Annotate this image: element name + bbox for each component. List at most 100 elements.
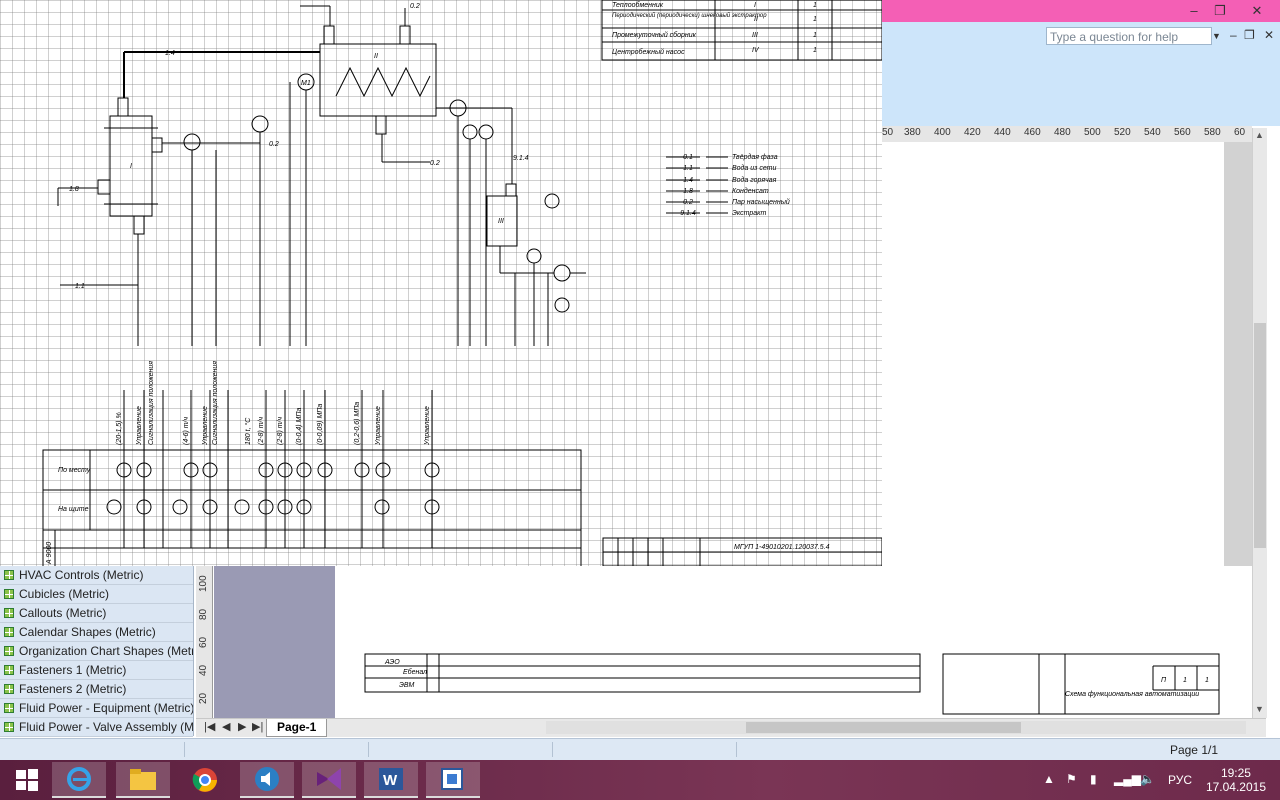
svg-text:Экстракт: Экстракт — [732, 210, 767, 217]
label-i: I — [130, 163, 132, 170]
label-iii: III — [498, 218, 504, 225]
chrome-icon — [192, 768, 217, 792]
visio-icon — [441, 768, 463, 790]
horizontal-scroll-thumb[interactable] — [746, 722, 1021, 733]
doc-restore-button[interactable]: ❐ — [1244, 28, 1255, 42]
label-ii: II — [374, 53, 378, 60]
stencil-fluid-power-equipment[interactable]: Fluid Power - Equipment (Metric) — [0, 699, 193, 718]
svg-text:(2-8) т/ч: (2-8) т/ч — [258, 417, 265, 446]
stamp-code: МГУП 1-49010201.120037.5.4 — [734, 544, 830, 551]
taskbar-audio[interactable] — [240, 762, 294, 798]
svg-text:АЭО: АЭО — [384, 659, 400, 666]
restore-button[interactable]: ❐ — [1208, 2, 1232, 20]
svg-text:1.1: 1.1 — [683, 165, 693, 172]
horizontal-scrollbar[interactable] — [546, 721, 1246, 734]
tray-expand-icon[interactable]: ▲ — [1043, 772, 1055, 786]
page-canvas[interactable] — [882, 142, 1224, 566]
language-indicator[interactable]: РУС — [1168, 773, 1192, 787]
windows-icon — [16, 769, 38, 791]
taskbar-visio[interactable] — [426, 762, 480, 798]
stencil-cubicles[interactable]: Cubicles (Metric) — [0, 585, 193, 604]
svg-text:Схема функциональная автоматиз: Схема функциональная автоматизации — [1065, 691, 1199, 698]
stencil-org-chart[interactable]: Organization Chart Shapes (Metric) — [0, 642, 193, 661]
taskbar: W ▲ ⚑ ▮ ▂▄▆ 🔈 РУС 19:25 17.04.2015 — [0, 760, 1280, 800]
stencil-fasteners-1[interactable]: Fasteners 1 (Metric) — [0, 661, 193, 680]
pid-schematic: I II III М1 0.2 1.4 0.2 0.2 9.1.4 1.8 1.… — [42, 0, 882, 566]
row-local-label: По месту — [58, 467, 91, 474]
stencil-icon — [4, 684, 14, 694]
speaker-icon — [255, 767, 279, 791]
next-page-icon[interactable]: ▶ — [238, 720, 246, 733]
stencil-fasteners-2[interactable]: Fasteners 2 (Metric) — [0, 680, 193, 699]
stencil-icon — [4, 627, 14, 637]
horizontal-ruler: 50 380 400 420 440 460 480 500 520 540 5… — [882, 126, 1252, 143]
help-dropdown-icon[interactable]: ▼ — [1212, 27, 1224, 45]
status-page-count: Page 1/1 — [1169, 743, 1218, 757]
taskbar-word[interactable]: W — [364, 762, 418, 798]
stencil-icon — [4, 608, 14, 618]
folder-icon — [130, 769, 156, 790]
svg-text:П: П — [1161, 677, 1167, 684]
stencil-calendar-shapes[interactable]: Calendar Shapes (Metric) — [0, 623, 193, 642]
svg-text:(0,2-0,6) МПа: (0,2-0,6) МПа — [354, 402, 361, 445]
svg-text:Конденсат: Конденсат — [732, 187, 769, 195]
svg-text:Твёрдая фаза: Твёрдая фаза — [732, 153, 778, 161]
last-page-icon[interactable]: ▶| — [252, 720, 263, 733]
signal-icon[interactable]: ▂▄▆ — [1114, 772, 1141, 786]
stencil-hvac-controls[interactable]: HVAC Controls (Metric) — [0, 566, 193, 585]
tab-page-1[interactable]: Page-1 — [266, 719, 328, 737]
stencil-callouts[interactable]: Callouts (Metric) — [0, 604, 193, 623]
svg-text:0.2: 0.2 — [683, 199, 693, 206]
first-page-icon[interactable]: |◀ — [204, 720, 215, 733]
start-button[interactable] — [0, 762, 54, 798]
taskbar-explorer[interactable] — [116, 762, 170, 798]
stream-0-2-top: 0.2 — [410, 3, 420, 10]
scroll-up-icon[interactable]: ▲ — [1255, 130, 1264, 140]
scroll-down-icon[interactable]: ▼ — [1255, 704, 1264, 714]
stencil-icon — [4, 589, 14, 599]
svg-text:Периодический (периодически) ш: Периодический (периодически) шнековый эк… — [612, 12, 767, 19]
doc-minimize-button[interactable]: – — [1230, 28, 1237, 42]
svg-text:(0-0,09) МПа: (0-0,09) МПа — [317, 404, 324, 445]
svg-text:Управление: Управление — [202, 406, 209, 446]
svg-text:Промежуточный сборник: Промежуточный сборник — [612, 31, 697, 39]
help-search-input[interactable]: Type a question for help — [1046, 27, 1212, 45]
svg-text:1: 1 — [813, 32, 817, 39]
label-m1: М1 — [301, 80, 311, 87]
svg-text:1: 1 — [813, 2, 817, 9]
minimize-button[interactable]: – — [1182, 2, 1206, 20]
drawing-canvas[interactable]: I II III М1 0.2 1.4 0.2 0.2 9.1.4 1.8 1.… — [0, 0, 882, 566]
stencil-fluid-power-valve[interactable]: Fluid Power - Valve Assembly (Me... — [0, 718, 193, 737]
prev-page-icon[interactable]: ◀ — [222, 720, 230, 733]
svg-text:I: I — [754, 2, 756, 9]
flag-icon[interactable]: ⚑ — [1066, 772, 1077, 786]
taskbar-chrome[interactable] — [178, 762, 232, 798]
clock-date: 17.04.2015 — [1205, 780, 1266, 794]
stream-1-4: 1.4 — [165, 50, 175, 57]
battery-icon[interactable]: ▮ — [1090, 772, 1097, 786]
vertical-scroll-thumb[interactable] — [1254, 323, 1266, 548]
visual-studio-icon — [317, 768, 341, 790]
volume-icon[interactable]: 🔈 — [1140, 772, 1155, 786]
close-button[interactable]: ✕ — [1242, 2, 1272, 20]
svg-text:1.4: 1.4 — [683, 177, 693, 184]
lower-drawing-svg: АЭО Ебенал ЭВМ Схема функциональная авто… — [364, 653, 1220, 715]
lower-drawing[interactable]: АЭО Ебенал ЭВМ Схема функциональная авто… — [335, 566, 1224, 718]
taskbar-visual-studio[interactable] — [302, 762, 356, 798]
svg-text:Пар насыщенный: Пар насыщенный — [732, 198, 790, 206]
svg-text:Управление: Управление — [136, 406, 143, 446]
row-panel-label: На щите — [58, 506, 89, 513]
doc-close-button[interactable]: ✕ — [1264, 28, 1274, 42]
svg-text:IV: IV — [752, 47, 760, 54]
vertical-scrollbar[interactable]: ▲ ▼ — [1252, 128, 1267, 718]
stream-9-1-4: 9.1.4 — [513, 155, 529, 162]
status-bar: Page 1/1 — [0, 738, 1280, 761]
stream-1-8: 1.8 — [69, 186, 79, 193]
canvas-background — [214, 566, 335, 718]
extractor-ii — [319, 43, 437, 117]
system-clock[interactable]: 19:25 17.04.2015 — [1206, 766, 1266, 794]
svg-text:1: 1 — [1183, 677, 1187, 684]
svg-text:Вода из сети: Вода из сети — [732, 164, 777, 172]
svg-text:1: 1 — [813, 47, 817, 54]
taskbar-ie[interactable] — [52, 762, 106, 798]
